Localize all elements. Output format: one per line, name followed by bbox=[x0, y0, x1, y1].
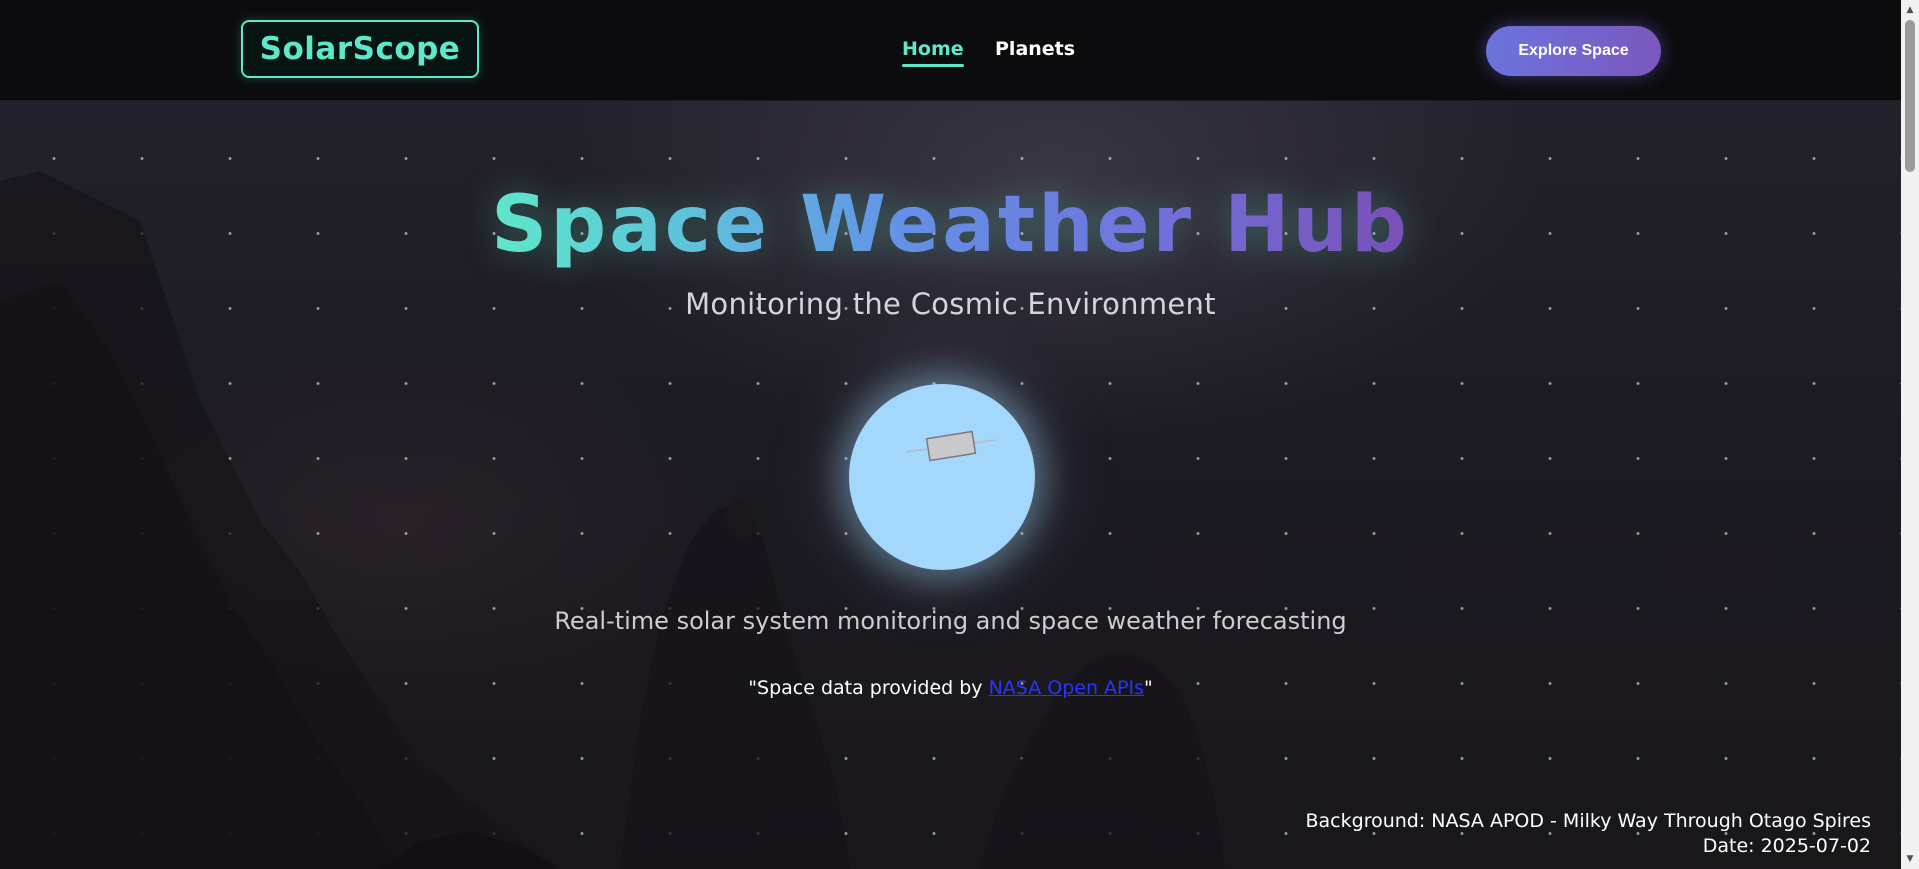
scrollbar-thumb[interactable] bbox=[1905, 20, 1915, 172]
background-info: Background: NASA APOD - Milky Way Throug… bbox=[1306, 809, 1872, 859]
hero-section: Space Weather Hub Monitoring the Cosmic … bbox=[0, 101, 1901, 869]
triangle-down-icon[interactable]: ▼ bbox=[1901, 851, 1919, 867]
planet-orb bbox=[849, 384, 1035, 570]
nasa-open-apis-link[interactable]: NASA Open APIs bbox=[989, 677, 1144, 699]
page: SolarScope Home Planets Explore Space Sp… bbox=[0, 0, 1919, 869]
background-date: Date: 2025-07-02 bbox=[1702, 835, 1871, 857]
nav-link-home[interactable]: Home bbox=[902, 38, 964, 67]
hero-title-text: Space Weather Hub bbox=[491, 180, 1410, 270]
credit-suffix: " bbox=[1143, 677, 1153, 699]
hero-tagline: Real-time solar system monitoring and sp… bbox=[554, 607, 1347, 635]
satellite-icon bbox=[905, 430, 997, 462]
triangle-up-icon[interactable]: ▲ bbox=[1901, 2, 1919, 18]
credit-prefix: "Space data provided by bbox=[748, 677, 989, 699]
vertical-scrollbar[interactable]: ▲ ▼ bbox=[1901, 0, 1919, 869]
background-credit: Background: NASA APOD - Milky Way Throug… bbox=[1305, 810, 1872, 832]
data-credit: "Space data provided by NASA Open APIs" bbox=[0, 677, 1901, 699]
nav-link-planets[interactable]: Planets bbox=[995, 38, 1075, 60]
planet-illustration bbox=[849, 384, 1035, 570]
hero-subtitle: Monitoring the Cosmic Environment bbox=[685, 287, 1216, 321]
top-navigation-bar: SolarScope Home Planets Explore Space bbox=[0, 0, 1901, 101]
hero-title: Space Weather Hub bbox=[0, 175, 1901, 275]
explore-space-button[interactable]: Explore Space bbox=[1486, 26, 1661, 76]
